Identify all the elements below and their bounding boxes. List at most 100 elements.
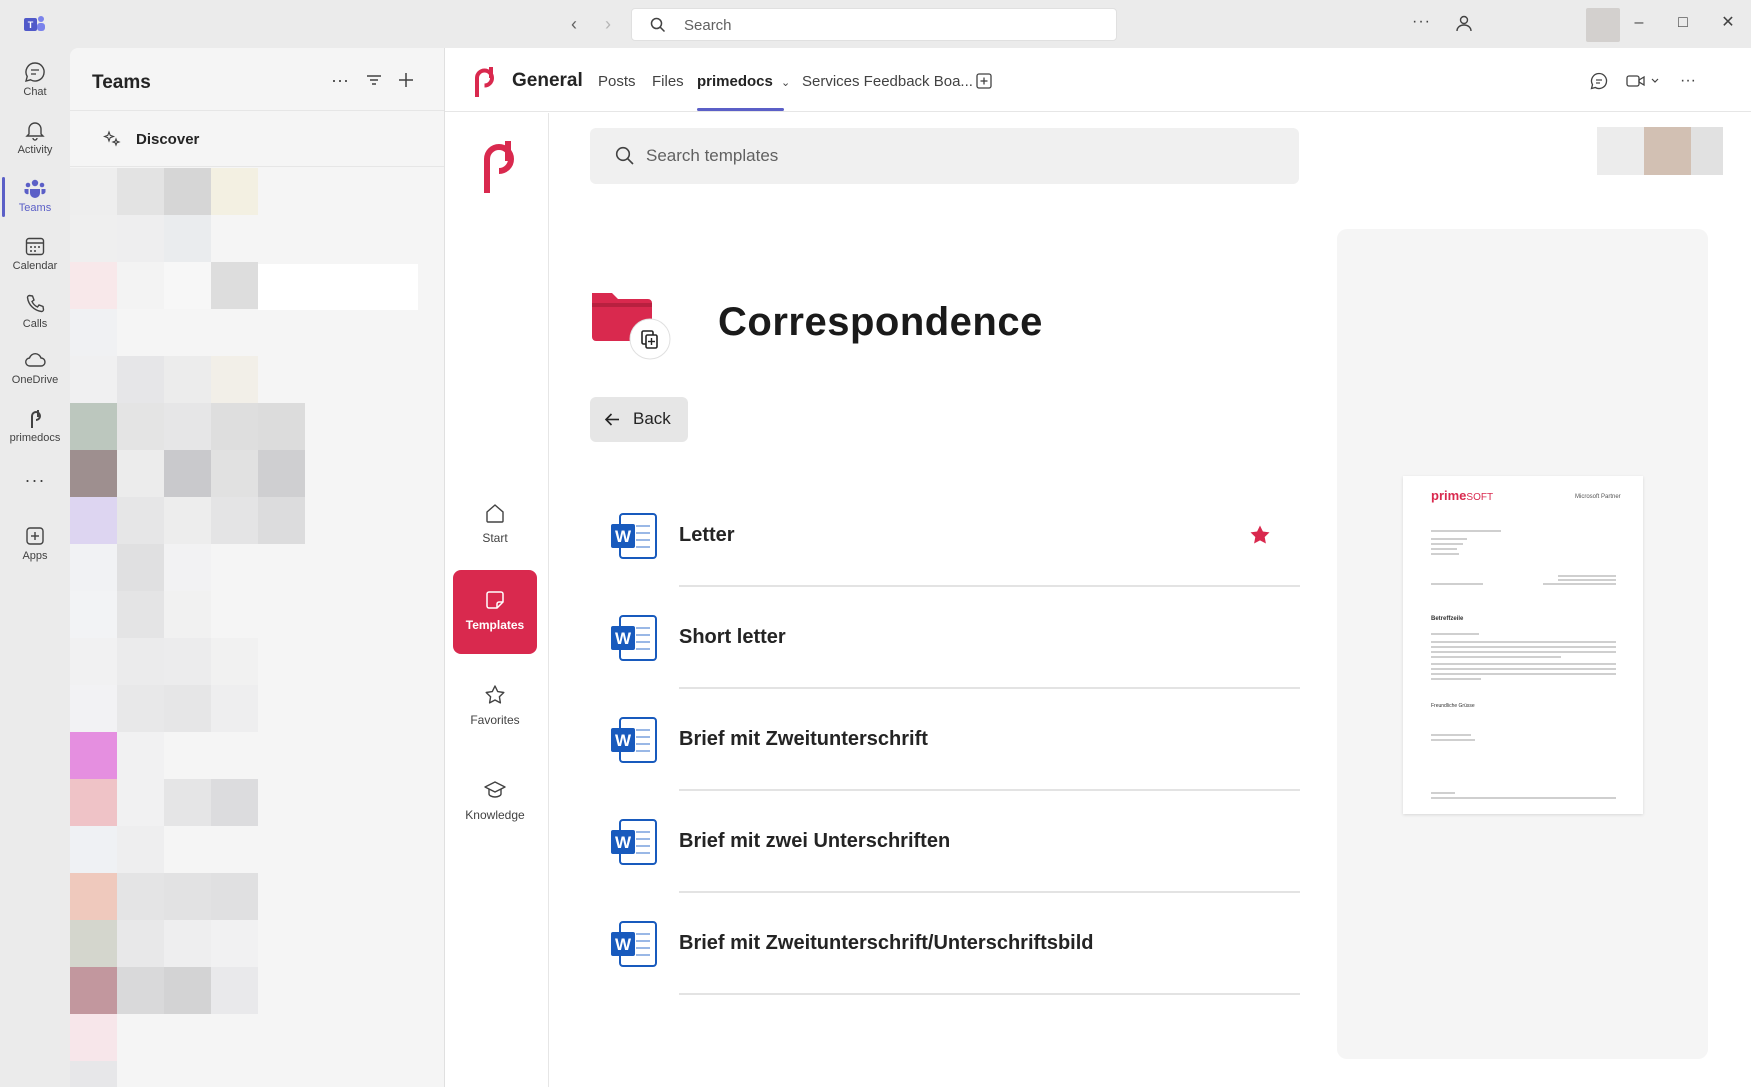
more-options-icon[interactable]: ··· [1412, 13, 1431, 31]
teams-panel: Teams ··· Discover [70, 48, 444, 1087]
title-bar: T ‹ › Search ··· – □ ✕ [0, 0, 1751, 48]
user-avatar-chip[interactable] [1597, 127, 1723, 175]
pd-nav-knowledge-label: Knowledge [465, 808, 525, 822]
graduation-cap-icon [483, 778, 507, 802]
channel-header: General Posts Files primedocs ⌄ Services… [445, 48, 1751, 112]
template-search-placeholder: Search templates [646, 146, 779, 165]
template-row[interactable]: W Brief mit Zweitunterschrift/Unterschri… [590, 893, 1300, 995]
pd-nav-favorites[interactable]: Favorites [453, 665, 537, 749]
pd-nav-favorites-label: Favorites [470, 713, 520, 727]
phone-icon [23, 292, 47, 316]
settings-person-icon[interactable] [1454, 14, 1474, 34]
template-preview-document: primeSOFT Microsoft Partner Betreffzeile… [1403, 476, 1643, 814]
tab-files[interactable]: Files [652, 73, 684, 90]
preview-subject: Betreffzeile [1431, 616, 1464, 622]
discover-item[interactable]: Discover [70, 111, 444, 167]
tab-primedocs[interactable]: primedocs ⌄ [697, 73, 790, 90]
app-more[interactable]: ··· [0, 470, 70, 500]
tab-services-feedback[interactable]: Services Feedback Boa... [802, 73, 973, 90]
pd-nav-start[interactable]: Start [453, 483, 537, 567]
word-doc-icon: W [610, 819, 658, 865]
teams-title: Teams [92, 72, 151, 93]
app-apps-label: Apps [22, 550, 48, 562]
app-primedocs-label: primedocs [9, 432, 61, 444]
svg-text:W: W [615, 629, 632, 648]
back-arrow-icon[interactable]: ‹ [564, 14, 584, 34]
filter-icon[interactable] [364, 70, 384, 90]
search-icon [650, 17, 666, 33]
minimize-icon[interactable]: – [1628, 12, 1650, 34]
row-divider [679, 993, 1300, 995]
template-row[interactable]: W Short letter [590, 587, 1300, 689]
home-icon [483, 501, 507, 525]
app-apps[interactable]: Apps [0, 517, 70, 573]
template-row[interactable]: W Brief mit Zweitunterschrift [590, 689, 1300, 791]
global-search-input[interactable]: Search [631, 8, 1117, 41]
template-name: Brief mit Zweitunterschrift/Unterschrift… [679, 932, 1094, 954]
blurred-team-list [70, 168, 444, 1087]
preview-brand-logo: primeSOFT [1431, 488, 1493, 503]
discover-label: Discover [136, 131, 200, 148]
app-calendar-label: Calendar [12, 260, 58, 272]
primedocs-logo-icon [471, 65, 497, 98]
svg-text:W: W [615, 527, 632, 546]
chevron-down-icon: ⌄ [781, 77, 791, 89]
back-label: Back [633, 409, 671, 428]
template-row[interactable]: W Letter [590, 485, 1300, 587]
word-doc-icon: W [610, 717, 658, 763]
back-button[interactable]: Back [590, 397, 688, 442]
primedocs-icon [23, 406, 47, 430]
app-onedrive[interactable]: OneDrive [0, 341, 70, 397]
app-calls[interactable]: Calls [0, 285, 70, 341]
maximize-icon[interactable]: □ [1672, 12, 1694, 34]
star-icon [483, 683, 507, 707]
cloud-icon [23, 348, 47, 372]
app-teams[interactable]: Teams [0, 169, 70, 225]
tab-posts[interactable]: Posts [598, 73, 636, 90]
app-calls-label: Calls [22, 318, 48, 330]
template-search-input[interactable]: Search templates [590, 128, 1299, 184]
chat-icon [23, 60, 47, 84]
app-calendar[interactable]: Calendar [0, 227, 70, 283]
word-doc-icon: W [610, 921, 658, 967]
conversation-icon[interactable] [1589, 71, 1609, 91]
preview-greeting: Freundliche Grüsse [1431, 703, 1475, 709]
add-team-icon[interactable] [396, 70, 416, 90]
channel-more-icon[interactable]: ··· [1678, 71, 1698, 91]
video-call-icon[interactable] [1625, 71, 1665, 91]
teams-more-icon[interactable]: ··· [330, 70, 350, 90]
template-row[interactable]: W Brief mit zwei Unterschriften [590, 791, 1300, 893]
bell-icon [23, 118, 47, 142]
templates-icon [483, 588, 507, 612]
favorite-star-icon[interactable] [1248, 523, 1272, 547]
app-chat[interactable]: Chat [0, 53, 70, 109]
pd-nav-templates-label: Templates [465, 618, 525, 632]
search-icon [615, 146, 635, 166]
pd-nav-knowledge[interactable]: Knowledge [453, 760, 537, 844]
add-tab-icon[interactable] [975, 72, 993, 90]
app-bar: Chat Activity Teams Calendar Calls OneDr… [0, 48, 70, 1087]
template-list: W Letter W Short letter W Brief mit Zwei… [590, 485, 1300, 995]
app-activity[interactable]: Activity [0, 111, 70, 167]
forward-arrow-icon[interactable]: › [598, 14, 618, 34]
svg-text:W: W [615, 731, 632, 750]
arrow-left-icon [604, 411, 621, 428]
app-teams-label: Teams [18, 202, 52, 214]
svg-text:W: W [615, 833, 632, 852]
template-name: Brief mit zwei Unterschriften [679, 830, 951, 852]
app-primedocs[interactable]: primedocs [0, 399, 70, 455]
sparkle-icon [103, 130, 121, 148]
svg-text:T: T [28, 20, 34, 30]
pd-nav-templates[interactable]: Templates [453, 570, 537, 654]
more-icon: ··· [24, 470, 46, 490]
active-tab-indicator [697, 108, 784, 111]
avatar[interactable] [1586, 8, 1620, 42]
close-icon[interactable]: ✕ [1717, 12, 1739, 34]
pd-nav-start-label: Start [482, 531, 508, 545]
tab-primedocs-label: primedocs [697, 73, 773, 90]
folder-title: Correspondence [718, 300, 1043, 344]
word-doc-icon: W [610, 513, 658, 559]
primedocs-nav: Start Templates Favorites Knowledge [445, 113, 549, 1087]
apps-icon [23, 524, 47, 548]
preview-partner-label: Microsoft Partner [1575, 494, 1621, 500]
